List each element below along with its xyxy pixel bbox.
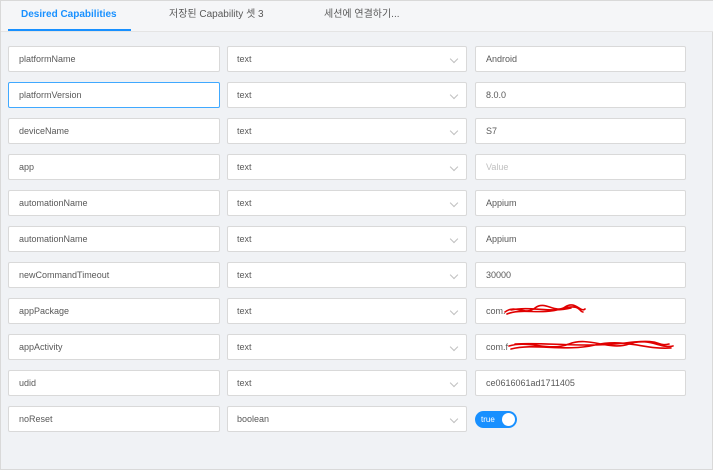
capability-type-value: text — [237, 162, 252, 172]
capability-row: platformVersion text 8.0.0 — [1, 82, 713, 108]
chevron-down-icon — [449, 378, 459, 388]
chevron-down-icon — [449, 126, 459, 136]
tab-bar: Desired Capabilities 저장된 Capability 셋 3 … — [1, 1, 713, 32]
chevron-down-icon — [449, 414, 459, 424]
capability-name-input[interactable]: platformVersion — [8, 82, 220, 108]
capability-type-select[interactable]: text — [227, 118, 467, 144]
capability-row: appActivity text com.f — [1, 334, 713, 360]
capability-row: automationName text Appium — [1, 190, 713, 216]
capability-name-input[interactable]: newCommandTimeout — [8, 262, 220, 288]
capability-value-toggle[interactable]: true — [475, 411, 517, 428]
capability-value-input[interactable]: Appium — [475, 226, 686, 252]
capability-type-value: text — [237, 126, 252, 136]
capability-value-input[interactable]: Android — [475, 46, 686, 72]
capability-type-value: text — [237, 54, 252, 64]
capability-row: automationName text Appium — [1, 226, 713, 252]
active-tab-indicator — [8, 29, 131, 31]
capability-name-input[interactable]: platformName — [8, 46, 220, 72]
capability-name-input[interactable]: deviceName — [8, 118, 220, 144]
capability-type-value: text — [237, 198, 252, 208]
capability-row: appPackage text com. — [1, 298, 713, 324]
capability-type-select[interactable]: text — [227, 226, 467, 252]
capability-type-value: text — [237, 90, 252, 100]
capability-value-input[interactable]: 8.0.0 — [475, 82, 686, 108]
chevron-down-icon — [449, 306, 459, 316]
capability-type-value: text — [237, 270, 252, 280]
tab-desired-capabilities[interactable]: Desired Capabilities — [21, 1, 117, 32]
chevron-down-icon — [449, 270, 459, 280]
capability-row: app text Value — [1, 154, 713, 180]
capability-type-select[interactable]: text — [227, 262, 467, 288]
capability-row: platformName text Android — [1, 46, 713, 72]
chevron-down-icon — [449, 162, 459, 172]
capability-type-value: text — [237, 306, 252, 316]
redaction-scribble — [508, 340, 674, 350]
capability-type-select[interactable]: boolean — [227, 406, 467, 432]
tab-attach-to-session[interactable]: 세션에 연결하기... — [324, 1, 400, 32]
capability-name-input[interactable]: automationName — [8, 226, 220, 252]
capability-type-select[interactable]: text — [227, 334, 467, 360]
toggle-knob — [502, 413, 515, 426]
capability-name-input[interactable]: automationName — [8, 190, 220, 216]
capability-type-value: boolean — [237, 414, 270, 424]
capability-name-input[interactable]: noReset — [8, 406, 220, 432]
capability-type-select[interactable]: text — [227, 190, 467, 216]
capability-name-input[interactable]: appPackage — [8, 298, 220, 324]
capability-type-value: text — [237, 342, 252, 352]
capability-type-select[interactable]: text — [227, 298, 467, 324]
capability-name-input[interactable]: appActivity — [8, 334, 220, 360]
capability-type-value: text — [237, 234, 252, 244]
capability-type-select[interactable]: text — [227, 154, 467, 180]
tab-saved-capability-sets[interactable]: 저장된 Capability 셋 3 — [169, 1, 264, 32]
chevron-down-icon — [449, 198, 459, 208]
chevron-down-icon — [449, 234, 459, 244]
capability-row: deviceName text S7 — [1, 118, 713, 144]
redaction-scribble — [504, 304, 586, 315]
capability-name-input[interactable]: udid — [8, 370, 220, 396]
capability-value-input[interactable]: ce0616061ad1711405 — [475, 370, 686, 396]
chevron-down-icon — [449, 342, 459, 352]
capability-row: noReset boolean true — [1, 406, 713, 432]
capability-row: udid text ce0616061ad1711405 — [1, 370, 713, 396]
capability-name-input[interactable]: app — [8, 154, 220, 180]
toggle-label: true — [481, 415, 495, 424]
capability-type-select[interactable]: text — [227, 82, 467, 108]
capabilities-panel: Desired Capabilities 저장된 Capability 셋 3 … — [0, 0, 713, 470]
capability-type-select[interactable]: text — [227, 46, 467, 72]
chevron-down-icon — [449, 90, 459, 100]
capability-value-input[interactable]: Appium — [475, 190, 686, 216]
capability-value-input[interactable]: S7 — [475, 118, 686, 144]
capability-value-input[interactable]: 30000 — [475, 262, 686, 288]
chevron-down-icon — [449, 54, 459, 64]
capability-row: newCommandTimeout text 30000 — [1, 262, 713, 288]
capability-type-select[interactable]: text — [227, 370, 467, 396]
capability-type-value: text — [237, 378, 252, 388]
capability-value-input[interactable]: Value — [475, 154, 686, 180]
